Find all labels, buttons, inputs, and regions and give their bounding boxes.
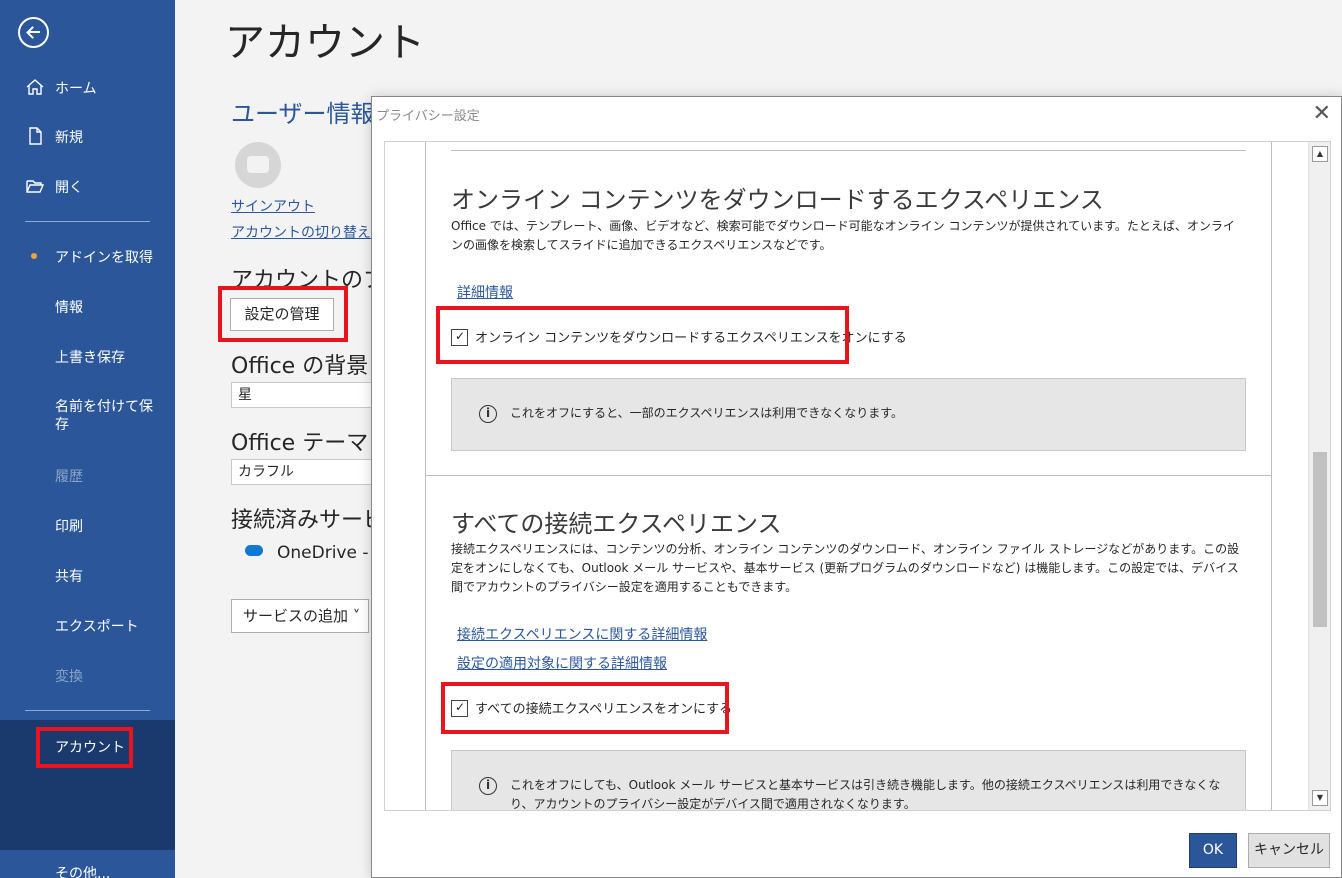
office-background-heading: Office の背景 (231, 354, 369, 379)
connected-services-heading: 接続済みサービ (231, 508, 386, 533)
sidebar-item-label: ホーム (55, 81, 97, 97)
section-divider (426, 475, 1271, 476)
sidebar-item-label: 新規 (55, 130, 83, 146)
connected-experiences-learn-more-link[interactable]: 接続エクスペリエンスに関する詳細情報 (457, 624, 707, 644)
info-text: これをオフにしても、Outlook メール サービスと基本サービスは引き続き機能… (510, 778, 1221, 811)
online-content-heading: オンライン コンテンツをダウンロードするエクスペリエンス (451, 186, 1104, 214)
sidebar-item-export[interactable]: エクスポート (0, 607, 175, 643)
page-title: アカウント (225, 20, 425, 66)
scroll-down-icon[interactable]: ▼ (1312, 790, 1328, 806)
sidebar-item-more[interactable]: その他... (0, 854, 175, 878)
sidebar-item-label: その他... (55, 866, 111, 878)
info-icon: i (479, 405, 497, 423)
privacy-settings-dialog: プライバシー設定 ✕ オンライン コンテンツをダウンロードするエクスペリエンス … (371, 96, 1342, 878)
sidebar-item-info[interactable]: 情報 (0, 288, 175, 324)
sidebar-item-save-as[interactable]: 名前を付けて保存 (0, 398, 175, 438)
home-icon (26, 79, 44, 95)
back-arrow-icon[interactable] (18, 17, 49, 48)
onedrive-cloud-icon (245, 545, 263, 556)
close-icon[interactable]: ✕ (1313, 103, 1331, 125)
online-content-description: Office では、テンプレート、画像、ビデオなど、検索可能でダウンロード可能な… (451, 219, 1235, 252)
sidebar-item-label: 開く (55, 180, 83, 196)
sidebar-item-open[interactable]: 開く (0, 168, 175, 204)
sidebar-item-share[interactable]: 共有 (0, 557, 175, 593)
highlight-box-account (36, 727, 133, 768)
scrollbar-thumb[interactable] (1313, 452, 1327, 627)
info-box: i これをオフにしても、Outlook メール サービスと基本サービスは引き続き… (451, 750, 1246, 811)
highlight-box-online-content (436, 306, 849, 364)
learn-more-link[interactable]: 詳細情報 (457, 282, 513, 302)
office-theme-select[interactable]: カラフル (231, 459, 381, 485)
info-box: i これをオフにすると、一部のエクスペリエンスは利用できなくなります。 (451, 378, 1246, 451)
sidebar-item-label: 共有 (55, 569, 83, 585)
notification-dot (31, 253, 37, 259)
switch-account-link[interactable]: アカウントの切り替え (231, 222, 371, 242)
office-theme-heading: Office テーマ (231, 431, 369, 456)
info-icon: i (479, 777, 497, 795)
sidebar-item-get-addins[interactable]: アドインを取得 (0, 238, 175, 274)
ok-button[interactable]: OK (1189, 833, 1237, 868)
connected-experiences-description: 接続エクスペリエンスには、コンテンツの分析、オンライン コンテンツのダウンロード… (451, 542, 1240, 594)
user-info-heading: ユーザー情報 (231, 100, 375, 128)
settings-scope-learn-more-link[interactable]: 設定の適用対象に関する詳細情報 (457, 653, 667, 673)
sidebar-item-label: 情報 (55, 300, 83, 316)
add-service-button[interactable]: サービスの追加 ˅ (231, 599, 369, 633)
cancel-button[interactable]: キャンセル (1248, 833, 1330, 868)
sidebar-item-label: 印刷 (55, 519, 83, 535)
sidebar-item-label: 変換 (55, 669, 83, 685)
sidebar-item-new[interactable]: 新規 (0, 118, 175, 154)
onedrive-service: OneDrive - (277, 543, 369, 563)
office-background-select[interactable]: 星 (231, 382, 381, 408)
sidebar-item-history: 履歴 (0, 457, 175, 493)
sidebar-item-label: アドインを取得 (55, 250, 153, 266)
avatar (235, 142, 281, 188)
sidebar-item-label: 履歴 (55, 469, 83, 485)
scroll-up-icon[interactable]: ▲ (1312, 146, 1328, 162)
sidebar-item-save[interactable]: 上書き保存 (0, 338, 175, 374)
sidebar-divider (25, 221, 150, 222)
sidebar-item-transform: 変換 (0, 657, 175, 693)
new-document-icon (29, 127, 42, 145)
sidebar-item-label: 名前を付けて保存 (55, 399, 153, 433)
sidebar-item-home[interactable]: ホーム (0, 69, 175, 105)
info-text: これをオフにすると、一部のエクスペリエンスは利用できなくなります。 (510, 406, 904, 420)
highlight-box-connected-experiences (441, 682, 729, 734)
backstage-sidebar: ホーム 新規 開く アドインを取得 情報 上書き保存 名前を付けて保存 履歴 印… (0, 0, 175, 878)
highlight-box-manage-settings (218, 286, 348, 342)
sidebar-item-label: エクスポート (55, 619, 139, 635)
sidebar-divider (25, 710, 150, 711)
vertical-scrollbar[interactable]: ▲ ▼ (1308, 142, 1330, 810)
connected-experiences-heading: すべての接続エクスペリエンス (451, 510, 782, 538)
sidebar-item-print[interactable]: 印刷 (0, 507, 175, 543)
section-divider (451, 150, 1246, 151)
sign-out-link[interactable]: サインアウト (231, 196, 315, 216)
dialog-title: プライバシー設定 (376, 109, 480, 124)
sidebar-item-label: 上書き保存 (55, 350, 125, 366)
folder-open-icon (26, 180, 45, 193)
